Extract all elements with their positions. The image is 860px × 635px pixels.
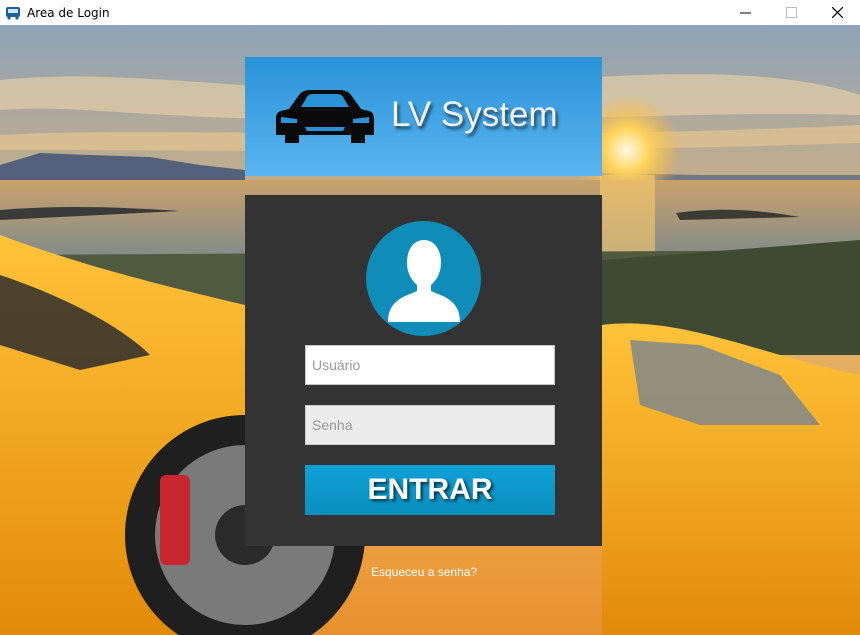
car-icon: [276, 90, 374, 143]
close-icon: [831, 7, 843, 18]
minimize-button[interactable]: [722, 0, 768, 25]
close-button[interactable]: [814, 0, 860, 25]
username-input[interactable]: [305, 345, 555, 385]
login-panel: ENTRAR: [245, 195, 602, 546]
user-avatar-icon: [366, 221, 481, 336]
brand-title: LV System: [391, 95, 558, 134]
forgot-password-link[interactable]: Esqueceu a senha?: [371, 565, 477, 579]
password-input[interactable]: [305, 405, 555, 445]
login-button[interactable]: ENTRAR: [305, 465, 555, 515]
maximize-button[interactable]: [768, 0, 814, 25]
minimize-icon: [739, 12, 751, 14]
maximize-icon: [785, 7, 797, 18]
window-title: Area de Login: [27, 5, 110, 20]
brand-banner: LV System: [245, 57, 602, 176]
bus-icon: [6, 6, 20, 20]
